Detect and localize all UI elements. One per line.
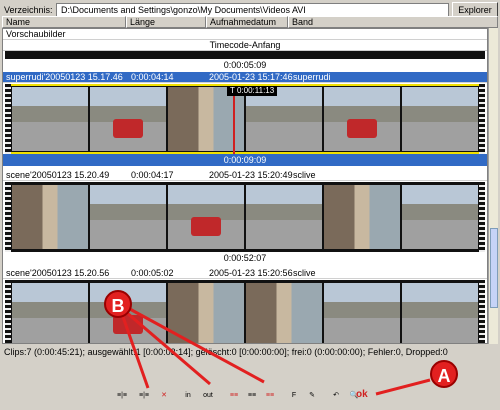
directory-label: Verzeichnis: [4, 5, 53, 15]
clip-meta: scene'20050123 15.20.56 0:00:05:02 2005-… [3, 268, 487, 279]
undo-icon[interactable]: ↶ [328, 388, 344, 404]
clip-length: 0:00:04:17 [131, 170, 174, 180]
clip-row[interactable]: scene'20050123 15.20.49 0:00:04:17 2005-… [3, 170, 487, 266]
clip-band: sclive [293, 268, 316, 278]
thumbnail [90, 87, 166, 151]
timecode-start-label: Timecode-Anfang [3, 40, 487, 51]
playhead[interactable] [233, 96, 235, 154]
filmstrip[interactable] [5, 182, 485, 252]
clip-duration: 0:00:52:07 [223, 253, 267, 263]
clip-duration: 0:00:05:09 [223, 60, 267, 70]
status-bar: Clips:7 (0:00:45:21); ausgewählt:1 [0:00… [4, 347, 448, 357]
thumbnail [168, 185, 244, 249]
thumbnail [12, 87, 88, 151]
toolbar: ≡|≡ ≡|≡ ✕ in out ≡≡ ≡≡ ≡≡ F ✎ ↶ 🔍 [112, 388, 362, 404]
thumbnail [246, 185, 322, 249]
edit-icon[interactable]: ✎ [304, 388, 320, 404]
clip-name: superrudi'20050123 15.17.46 [6, 72, 123, 82]
filmstrip[interactable] [5, 280, 485, 343]
clip-row[interactable]: superrudi'20050123 15.17.46 0:00:04:14 2… [3, 72, 487, 168]
clip-meta: scene'20050123 15.20.49 0:00:04:17 2005-… [3, 170, 487, 181]
split-icon[interactable]: ≡|≡ [112, 388, 132, 404]
thumbnail [402, 283, 478, 343]
clip-list[interactable]: Vorschaubilder Timecode-Anfang 0:00:05:0… [2, 28, 488, 344]
thumbnail [12, 185, 88, 249]
clip-duration: 0:00:09:09 [3, 154, 487, 166]
clip-length: 0:00:04:14 [131, 72, 174, 82]
thumbnail [90, 185, 166, 249]
clip-band: superrudi [293, 72, 331, 82]
timecode-marker: T 0:00:11:13 [227, 86, 278, 96]
trim-icon[interactable]: ≡≡ [244, 388, 260, 404]
flag-icon[interactable]: F [286, 388, 302, 404]
scrollbar-thumb[interactable] [490, 228, 498, 308]
clip-row[interactable]: scene'20050123 15.20.56 0:00:05:02 2005-… [3, 268, 487, 343]
column-band[interactable]: Band [288, 16, 498, 28]
filmstrip[interactable]: T 0:00:11:13 [5, 84, 485, 154]
thumbnail [168, 283, 244, 343]
filmstrip [5, 51, 485, 59]
preview-images-label: Vorschaubilder [3, 29, 487, 40]
thumbnail [402, 185, 478, 249]
column-name[interactable]: Name [2, 16, 126, 28]
thumbnail [402, 87, 478, 151]
column-length[interactable]: Länge [126, 16, 206, 28]
thumbnail [324, 87, 400, 151]
annotation-a: A [430, 360, 458, 388]
mark-in-button[interactable]: in [180, 388, 196, 404]
ok-button[interactable]: ok [356, 389, 368, 400]
thumbnail [246, 283, 322, 343]
thumbnail [246, 87, 322, 151]
join-icon[interactable]: ≡|≡ [134, 388, 154, 404]
scene-icon[interactable]: ≡≡ [262, 388, 278, 404]
column-date[interactable]: Aufnahmedatum [206, 16, 288, 28]
directory-path-field[interactable]: D:\Documents and Settings\gonzo\My Docum… [56, 3, 449, 17]
delete-icon[interactable]: ✕ [156, 388, 172, 404]
clip-date: 2005-01-23 15:20:56 [209, 268, 293, 278]
clip-name: scene'20050123 15.20.49 [6, 170, 110, 180]
clip-meta: superrudi'20050123 15.17.46 0:00:04:14 2… [3, 72, 487, 83]
cut-icon[interactable]: ≡≡ [226, 388, 242, 404]
clip-name: scene'20050123 15.20.56 [6, 268, 110, 278]
arrow-a [375, 378, 431, 396]
clip-length: 0:00:05:02 [131, 268, 174, 278]
thumbnail [324, 283, 400, 343]
column-header: Name Länge Aufnahmedatum Band [2, 16, 498, 28]
thumbnail [324, 185, 400, 249]
mark-out-button[interactable]: out [198, 388, 218, 404]
clip-band: sclive [293, 170, 316, 180]
thumbnail [12, 283, 88, 343]
vertical-scrollbar[interactable] [488, 28, 498, 344]
annotation-b: B [104, 290, 132, 318]
clip-date: 2005-01-23 15:17:46 [209, 72, 293, 82]
clip-date: 2005-01-23 15:20:49 [209, 170, 293, 180]
